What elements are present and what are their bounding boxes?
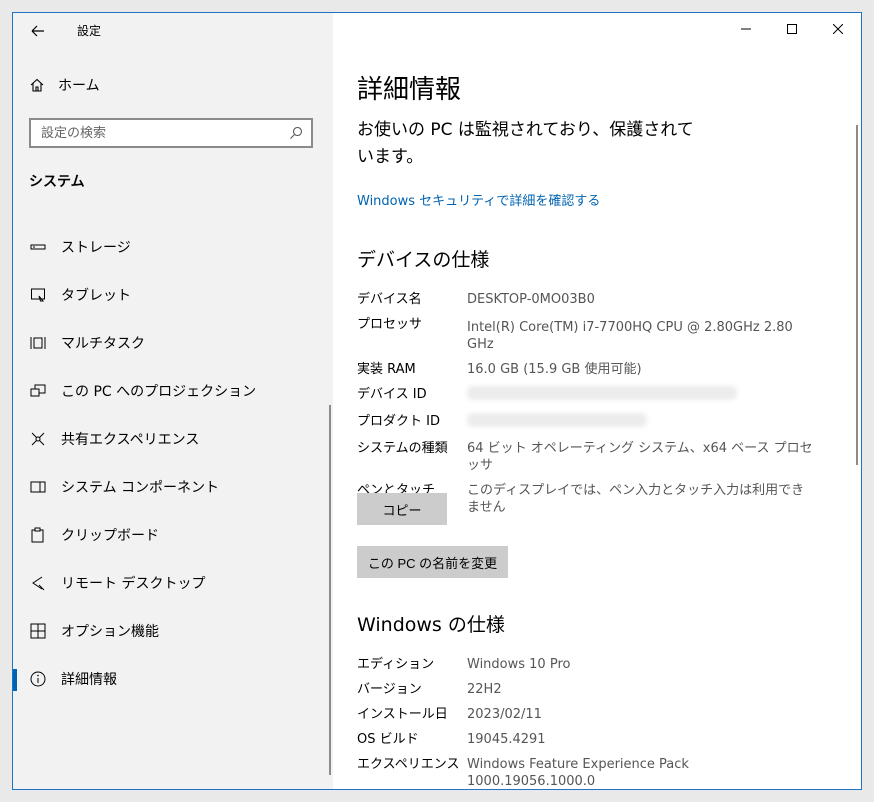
multitask-icon	[29, 334, 47, 352]
optional-features-icon	[29, 622, 47, 640]
windows-specs-heading: Windows の仕様	[357, 614, 505, 636]
search-input[interactable]	[31, 119, 281, 147]
home-label: ホーム	[58, 78, 100, 94]
sidebar-item-about[interactable]: 詳細情報	[13, 655, 331, 703]
spec-label: プロセッサ	[357, 317, 423, 332]
device-id-redacted	[467, 386, 817, 405]
windows-specs-table: エディション Windows 10 Pro バージョン 22H2 インストール日…	[357, 656, 817, 789]
spec-value: 2023/02/11	[467, 707, 542, 722]
search-box[interactable]	[29, 118, 313, 148]
sidebar-item-label: ストレージ	[61, 240, 131, 256]
app-title: 設定	[77, 24, 102, 38]
spec-label: システムの種類	[357, 441, 448, 456]
spec-label: インストール日	[357, 707, 448, 722]
sidebar-item-label: マルチタスク	[61, 336, 145, 352]
spec-value: このディスプレイでは、ペン入力とタッチ入力は利用できません	[467, 483, 805, 515]
spec-row-edition: エディション Windows 10 Pro	[357, 656, 817, 673]
info-icon	[29, 670, 47, 688]
nav-list: ストレージ タブレット マルチタスク この PC へのプロジェクション 共有エク…	[13, 223, 331, 703]
sidebar-item-remote-desktop[interactable]: リモート デスクトップ	[13, 559, 331, 607]
spec-row-product-id: プロダクト ID	[357, 413, 817, 432]
spec-value: 19045.4291	[467, 732, 546, 747]
section-title: システム	[29, 174, 85, 190]
sidebar-item-tablet[interactable]: タブレット	[13, 271, 331, 319]
remote-desktop-icon	[29, 574, 47, 592]
home-link[interactable]: ホーム	[29, 75, 100, 95]
spec-value: 64 ビット オペレーティング システム、x64 ベース プロセッサ	[467, 441, 813, 473]
settings-window: 設定 ホーム システム ストレージ	[12, 12, 862, 790]
spec-row-system-type: システムの種類 64 ビット オペレーティング システム、x64 ベース プロセ…	[357, 440, 817, 474]
spec-row-device-id: デバイス ID	[357, 386, 817, 405]
minimize-button[interactable]	[723, 13, 769, 45]
sidebar-item-projection[interactable]: この PC へのプロジェクション	[13, 367, 331, 415]
product-id-redacted	[467, 413, 817, 432]
spec-label: OS ビルド	[357, 732, 419, 747]
spec-value: 16.0 GB (15.9 GB 使用可能)	[467, 362, 642, 377]
sidebar-item-shared-experience[interactable]: 共有エクスペリエンス	[13, 415, 331, 463]
sidebar-item-storage[interactable]: ストレージ	[13, 223, 331, 271]
protection-status: お使いの PC は監視されており、保護されています。	[357, 120, 694, 167]
rename-pc-button[interactable]: この PC の名前を変更	[357, 546, 508, 578]
spec-label: プロダクト ID	[357, 414, 440, 429]
sidebar-item-label: この PC へのプロジェクション	[61, 384, 257, 400]
sidebar-item-label: リモート デスクトップ	[61, 576, 206, 592]
window-controls	[723, 13, 861, 45]
spec-row-install-date: インストール日 2023/02/11	[357, 706, 817, 723]
device-specs-heading: デバイスの仕様	[357, 249, 490, 271]
minimize-icon	[741, 28, 751, 30]
sidebar: 設定 ホーム システム ストレージ	[13, 13, 333, 789]
copy-button[interactable]: コピー	[357, 493, 447, 525]
device-specs-table: デバイス名 DESKTOP-0MO03B0 プロセッサ Intel(R) Cor…	[357, 291, 817, 524]
spec-row-processor: プロセッサ Intel(R) Core(TM) i7-7700HQ CPU @ …	[357, 316, 817, 353]
spec-row-os-build: OS ビルド 19045.4291	[357, 731, 817, 748]
spec-value: Windows Feature Experience Pack 1000.190…	[467, 757, 689, 789]
maximize-icon	[787, 24, 797, 34]
spec-value: Windows 10 Pro	[467, 657, 571, 672]
spec-value: DESKTOP-0MO03B0	[467, 292, 595, 307]
spec-label: デバイス名	[357, 292, 422, 307]
sidebar-item-label: 共有エクスペリエンス	[61, 432, 200, 448]
sidebar-item-label: タブレット	[61, 288, 131, 304]
storage-icon	[29, 238, 47, 256]
system-components-icon	[29, 478, 47, 496]
spec-value: 22H2	[467, 682, 502, 697]
security-details-link[interactable]: Windows セキュリティで詳細を確認する	[357, 190, 600, 209]
spec-row-ram: 実装 RAM 16.0 GB (15.9 GB 使用可能)	[357, 361, 817, 378]
sidebar-item-clipboard[interactable]: クリップボード	[13, 511, 331, 559]
spec-label: エクスペリエンス	[357, 757, 460, 772]
spec-row-experience: エクスペリエンス Windows Feature Experience Pack…	[357, 756, 817, 789]
spec-value: Intel(R) Core(TM) i7-7700HQ CPU @ 2.80GH…	[467, 320, 793, 352]
main-scrollbar[interactable]	[856, 125, 858, 465]
sidebar-scrollbar[interactable]	[329, 405, 331, 775]
sidebar-item-label: オプション機能	[61, 624, 159, 640]
search-icon[interactable]	[281, 126, 311, 140]
close-button[interactable]	[815, 13, 861, 45]
sidebar-item-optional-features[interactable]: オプション機能	[13, 607, 331, 655]
tablet-icon	[29, 286, 47, 304]
sidebar-item-label: クリップボード	[61, 528, 159, 544]
home-icon	[30, 78, 44, 92]
sidebar-item-system-components[interactable]: システム コンポーネント	[13, 463, 331, 511]
back-arrow-icon	[31, 25, 44, 37]
clipboard-icon	[29, 526, 47, 544]
projection-icon	[29, 382, 47, 400]
maximize-button[interactable]	[769, 13, 815, 45]
spec-label: バージョン	[357, 682, 422, 697]
spec-label: エディション	[357, 657, 435, 672]
spec-row-version: バージョン 22H2	[357, 681, 817, 698]
spec-label: 実装 RAM	[357, 362, 416, 377]
sidebar-item-label: システム コンポーネント	[61, 480, 220, 496]
spec-label: デバイス ID	[357, 387, 427, 402]
spec-row-device-name: デバイス名 DESKTOP-0MO03B0	[357, 291, 817, 308]
shared-experience-icon	[29, 430, 47, 448]
main-content: 詳細情報 お使いの PC は監視されており、保護されています。 Windows …	[333, 13, 861, 789]
sidebar-item-label: 詳細情報	[61, 672, 117, 688]
page-title: 詳細情報	[357, 75, 462, 105]
back-button[interactable]	[21, 17, 55, 45]
close-icon	[833, 24, 843, 34]
sidebar-item-multitask[interactable]: マルチタスク	[13, 319, 331, 367]
